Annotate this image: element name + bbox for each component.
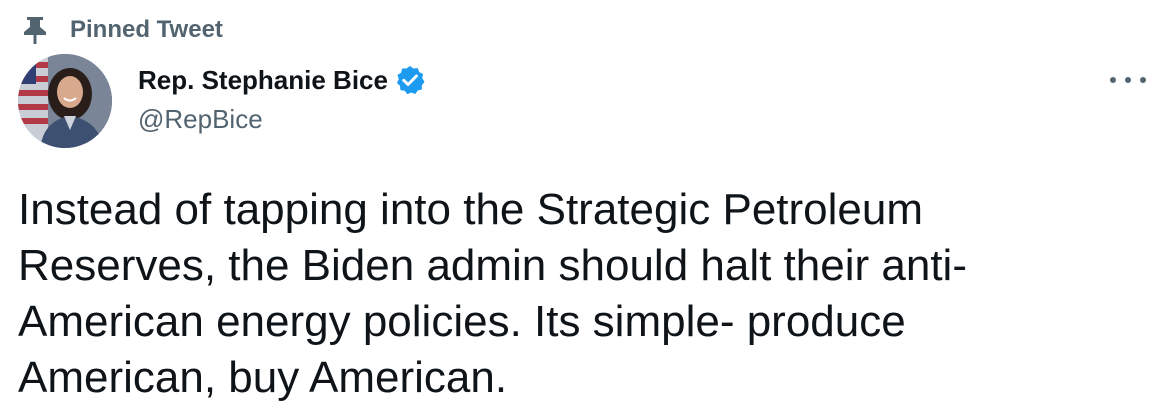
author-display-name[interactable]: Rep. Stephanie Bice [138,65,388,96]
tweet-author: Rep. Stephanie Bice @RepBice [138,62,426,135]
pin-icon [22,15,48,45]
more-options-icon [1110,77,1116,83]
author-name-row: Rep. Stephanie Bice [138,62,426,98]
pinned-tweet-header: Pinned Tweet [22,14,223,46]
tweet-text: Instead of tapping into the Strategic Pe… [18,185,967,402]
avatar[interactable] [18,54,112,148]
verified-badge-icon [394,64,426,96]
author-handle[interactable]: @RepBice [138,104,426,135]
more-options-button[interactable] [1110,66,1146,94]
pinned-label: Pinned Tweet [70,16,223,43]
